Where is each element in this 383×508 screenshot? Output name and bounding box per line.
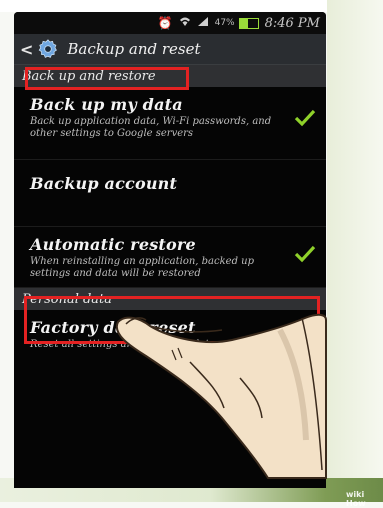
status-bar: ⏰ 47% 8:46 PM	[14, 12, 326, 34]
automatic-restore-item[interactable]: Automatic restore When reinstalling an a…	[14, 227, 326, 288]
backup-my-data-item[interactable]: Back up my data Back up application data…	[14, 87, 326, 160]
backup-my-data-subtitle: Back up application data, Wi-Fi password…	[30, 116, 272, 139]
automatic-restore-title: Automatic restore	[30, 235, 196, 254]
backup-account-title: Backup account	[30, 174, 178, 193]
image-top-margin	[0, 0, 383, 12]
settings-gear-icon	[39, 39, 58, 58]
backup-account-item[interactable]: Backup account	[14, 160, 326, 227]
wifi-icon	[179, 16, 191, 30]
status-time: 8:46 PM	[264, 15, 320, 31]
back-chevron-icon[interactable]: <	[20, 40, 33, 59]
battery-icon	[238, 17, 259, 29]
alarm-icon: ⏰	[157, 16, 173, 30]
image-right-margin	[327, 0, 383, 502]
automatic-restore-checkbox[interactable]	[294, 243, 316, 265]
highlight-box-factory-reset	[24, 296, 320, 344]
backup-my-data-checkbox[interactable]	[294, 107, 316, 129]
title-bar[interactable]: < Backup and reset	[14, 34, 326, 65]
watermark: wiki How	[346, 490, 366, 508]
highlight-box-backup-restore	[25, 67, 189, 90]
page-title: Backup and reset	[67, 40, 201, 58]
backup-my-data-title: Back up my data	[30, 95, 183, 114]
automatic-restore-subtitle: When reinstalling an application, backed…	[30, 256, 255, 279]
battery-percent: 47%	[214, 18, 235, 28]
checkmark-icon	[294, 245, 316, 263]
signal-icon	[197, 16, 209, 30]
checkmark-icon	[294, 109, 316, 127]
